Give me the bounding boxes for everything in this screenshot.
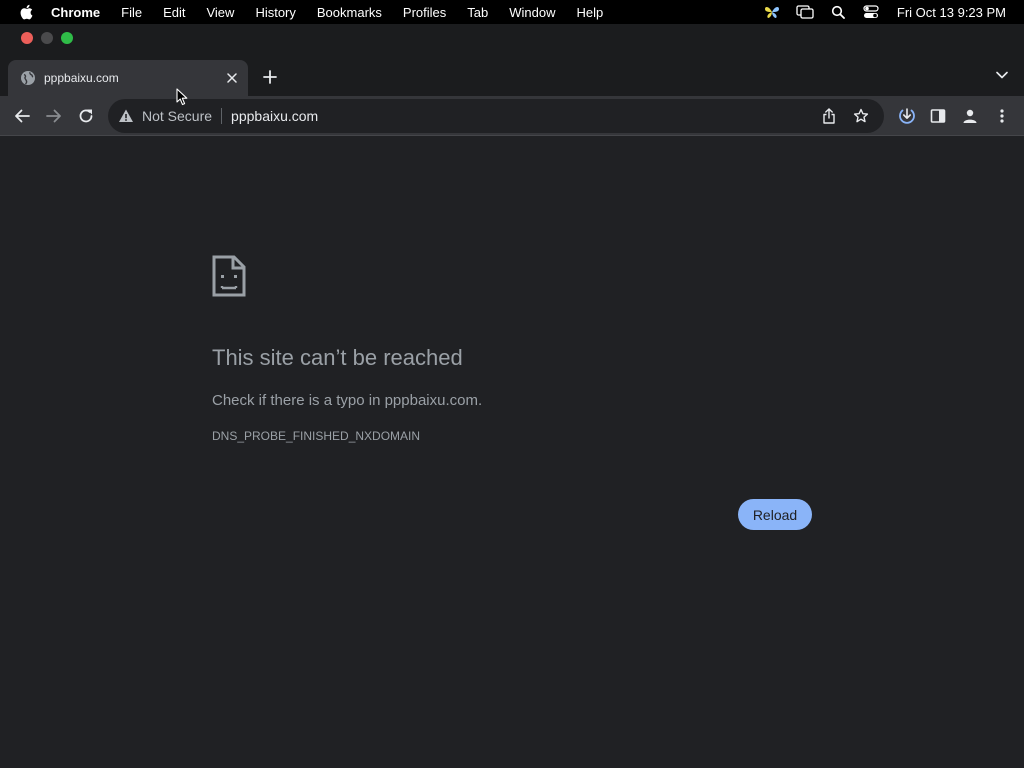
tab-strip: pppbaixu.com: [0, 54, 1024, 96]
omnibox-divider: [221, 108, 223, 124]
globe-icon: [20, 70, 36, 86]
menu-profiles[interactable]: Profiles: [403, 5, 446, 20]
window-maximize-button[interactable]: [61, 32, 73, 44]
download-icon[interactable]: [895, 104, 919, 128]
menu-history[interactable]: History: [255, 5, 295, 20]
share-icon[interactable]: [820, 107, 838, 125]
menu-bar: Chrome File Edit View History Bookmarks …: [0, 0, 1024, 24]
new-tab-plus-icon[interactable]: [260, 67, 280, 87]
menu-view[interactable]: View: [206, 5, 234, 20]
browser-toolbar: Not Secure pppbaixu.com: [0, 96, 1024, 136]
menu-chrome[interactable]: Chrome: [51, 5, 100, 20]
profile-avatar-icon[interactable]: [958, 104, 982, 128]
spotlight-search-icon[interactable]: [829, 3, 847, 21]
screen-mirroring-icon[interactable]: [796, 3, 814, 21]
error-suggestion: Check if there is a typo in pppbaixu.com…: [212, 392, 483, 409]
tab-title: pppbaixu.com: [44, 71, 119, 85]
reload-button[interactable]: Reload: [738, 499, 812, 530]
window-close-button[interactable]: [21, 32, 33, 44]
reload-arrow-icon[interactable]: [74, 104, 98, 128]
security-status-label[interactable]: Not Secure: [142, 108, 212, 124]
tab-search-chevron-down-icon[interactable]: [994, 67, 1010, 83]
menu-edit[interactable]: Edit: [163, 5, 185, 20]
side-panel-icon[interactable]: [926, 104, 950, 128]
menubar-clock[interactable]: Fri Oct 13 9:23 PM: [897, 5, 1006, 20]
menu-bookmarks[interactable]: Bookmarks: [317, 5, 382, 20]
address-bar[interactable]: Not Secure pppbaixu.com: [108, 99, 884, 133]
warning-triangle-icon[interactable]: [118, 108, 134, 124]
error-title: This site can’t be reached: [212, 345, 463, 370]
forward-arrow-icon[interactable]: [42, 104, 66, 128]
menu-tab[interactable]: Tab: [467, 5, 488, 20]
mouse-pointer-icon: [176, 88, 188, 106]
menu-file[interactable]: File: [121, 5, 142, 20]
close-tab-icon[interactable]: [224, 70, 240, 86]
window-titlebar: [0, 24, 1024, 54]
sad-document-icon: [212, 255, 246, 297]
menu-help[interactable]: Help: [577, 5, 604, 20]
menu-window[interactable]: Window: [509, 5, 555, 20]
error-code: DNS_PROBE_FINISHED_NXDOMAIN: [212, 429, 421, 443]
status-area: Fri Oct 13 9:23 PM: [763, 0, 1006, 24]
url-text[interactable]: pppbaixu.com: [231, 108, 820, 124]
apple-icon[interactable]: [17, 3, 35, 21]
bookmark-star-icon[interactable]: [852, 107, 870, 125]
error-page: This site can’t be reached Check if ther…: [0, 137, 1024, 768]
vpn-butterfly-icon[interactable]: [763, 3, 781, 21]
back-arrow-icon[interactable]: [10, 104, 34, 128]
window-minimize-button[interactable]: [41, 32, 53, 44]
kebab-menu-icon[interactable]: [990, 104, 1014, 128]
control-center-icon[interactable]: [862, 3, 880, 21]
tab-active[interactable]: pppbaixu.com: [8, 60, 248, 96]
